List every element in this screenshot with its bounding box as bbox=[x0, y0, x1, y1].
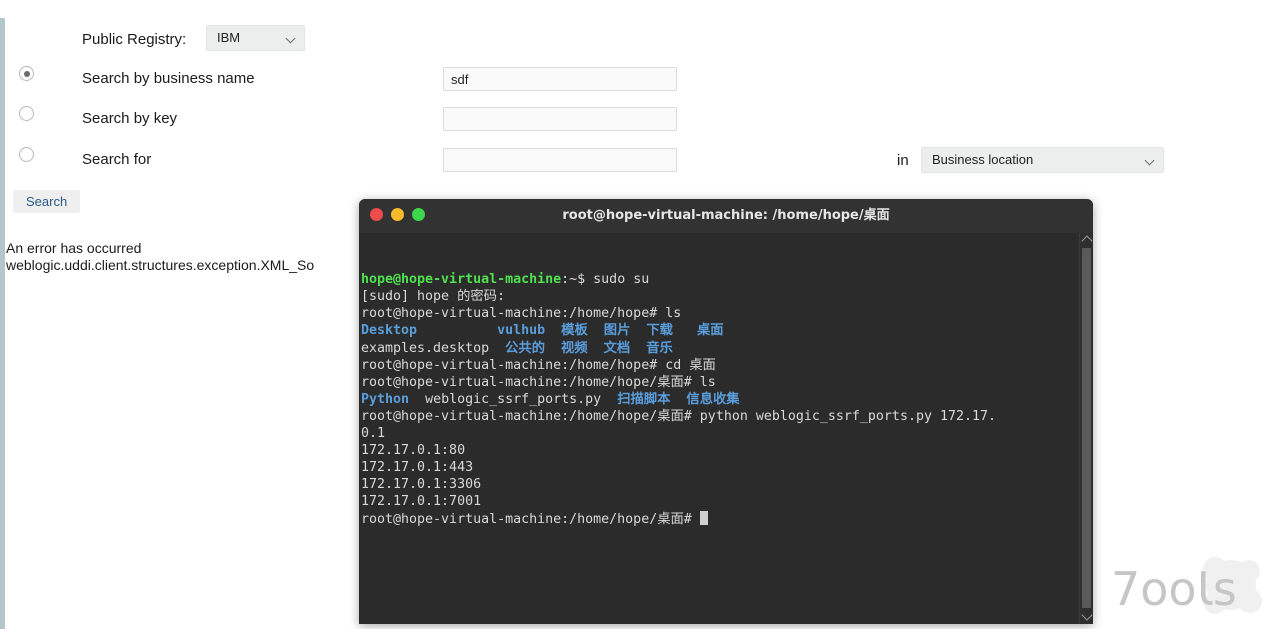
in-label: in bbox=[897, 152, 909, 169]
terminal-line: 172.17.0.1:3306 bbox=[361, 476, 1093, 493]
terminal-text: examples.desktop bbox=[361, 340, 490, 356]
terminal-line: hope@hope-virtual-machine:~$ sudo su bbox=[361, 271, 1093, 288]
terminal-text: 信息收集 bbox=[686, 391, 740, 407]
terminal-text: sudo su bbox=[593, 272, 650, 288]
terminal-line: root@hope-virtual-machine:/home/hope# cd… bbox=[361, 357, 1093, 374]
radio-indicator bbox=[19, 66, 34, 81]
terminal-text: 扫描脚本 bbox=[617, 391, 671, 407]
terminal-text: 0.1 bbox=[361, 426, 386, 442]
search-row-business-name: Search by business name bbox=[0, 66, 1200, 96]
chevron-down-icon bbox=[287, 35, 295, 43]
terminal-text: 图片 bbox=[603, 323, 631, 339]
radio-indicator bbox=[19, 147, 34, 162]
terminal-text: 172.17.0.1:7001 bbox=[361, 494, 482, 510]
terminal-title: root@hope-virtual-machine: /home/hope/桌面 bbox=[562, 208, 890, 223]
terminal-text: 桌面 bbox=[697, 323, 724, 339]
error-detail: weblogic.uddi.client.structures.exceptio… bbox=[6, 257, 315, 273]
radio-search-by-key[interactable] bbox=[19, 106, 35, 122]
radio-indicator bbox=[19, 106, 34, 121]
business-location-value: Business location bbox=[932, 152, 1034, 167]
terminal-line: [sudo] hope 的密码: bbox=[361, 288, 1093, 305]
scroll-up-icon[interactable] bbox=[1081, 235, 1093, 247]
terminal-scrollbar[interactable] bbox=[1079, 233, 1093, 624]
label-search-by-key: Search by key bbox=[82, 110, 178, 127]
terminal-cursor bbox=[699, 510, 708, 525]
terminal-body[interactable]: hope@hope-virtual-machine:~$ sudo su [sud… bbox=[359, 233, 1093, 624]
input-key[interactable] bbox=[443, 107, 677, 131]
terminal-text: root@hope-virtual-machine:/home/hope# ls bbox=[361, 306, 682, 322]
input-business-name[interactable] bbox=[443, 67, 677, 91]
error-title: An error has occurred bbox=[6, 240, 142, 256]
input-search-for[interactable] bbox=[443, 148, 677, 172]
radio-search-for[interactable] bbox=[19, 147, 35, 163]
terminal-line: root@hope-virtual-machine:/home/hope/桌面#… bbox=[361, 408, 1093, 425]
terminal-text: 文档 bbox=[603, 340, 631, 356]
terminal-text: 音乐 bbox=[646, 340, 673, 356]
search-row-key: Search by key bbox=[0, 106, 1200, 136]
terminal-line: 172.17.0.1:7001 bbox=[361, 493, 1093, 510]
terminal-text: root@hope-virtual-machine:/home/hope/桌面#… bbox=[361, 408, 997, 424]
terminal-line: root@hope-virtual-machine:/home/hope/桌面# bbox=[361, 510, 1093, 528]
public-registry-select[interactable]: IBM bbox=[206, 25, 305, 51]
terminal-text: 视频 bbox=[561, 340, 588, 356]
terminal-line: 172.17.0.1:80 bbox=[361, 442, 1093, 459]
terminal-text: 模板 bbox=[561, 323, 588, 339]
label-search-by-business-name: Search by business name bbox=[82, 70, 255, 87]
radio-search-by-business-name[interactable] bbox=[19, 66, 35, 82]
terminal-output: hope@hope-virtual-machine:~$ sudo su [sud… bbox=[361, 271, 1093, 527]
terminal-text: 下载 bbox=[646, 323, 673, 339]
terminal-text: 172.17.0.1:443 bbox=[361, 460, 474, 476]
chevron-down-icon bbox=[1146, 157, 1154, 165]
uddi-search-form: Public Registry: IBM Search by business … bbox=[0, 0, 1200, 230]
terminal-text: [sudo] hope 的密码: bbox=[361, 289, 505, 305]
terminal-text: Desktop bbox=[361, 323, 418, 339]
terminal-line: examples.desktop 公共的 视频 文档 音乐 bbox=[361, 340, 1093, 357]
watermark-logo: 7ooƖs bbox=[1111, 557, 1262, 616]
scroll-down-icon[interactable] bbox=[1081, 609, 1093, 621]
terminal-text: Python bbox=[361, 391, 410, 407]
terminal-text: root@hope-virtual-machine:/home/hope# cd… bbox=[361, 357, 716, 373]
terminal-line: root@hope-virtual-machine:/home/hope# ls bbox=[361, 305, 1093, 322]
terminal-line: 172.17.0.1:443 bbox=[361, 459, 1093, 476]
search-button[interactable]: Search bbox=[13, 190, 81, 213]
terminal-line: Python weblogic_ssrf_ports.py 扫描脚本 信息收集 bbox=[361, 391, 1093, 408]
terminal-text: root@hope-virtual-machine:/home/hope/桌面# bbox=[361, 511, 700, 527]
public-registry-value: IBM bbox=[217, 30, 241, 45]
terminal-line: root@hope-virtual-machine:/home/hope/桌面#… bbox=[361, 374, 1093, 391]
public-registry-label: Public Registry: bbox=[82, 31, 187, 48]
label-search-for: Search for bbox=[82, 151, 152, 168]
terminal-text: weblogic_ssrf_ports.py bbox=[425, 391, 602, 407]
terminal-line: 0.1 bbox=[361, 425, 1093, 442]
terminal-titlebar[interactable]: root@hope-virtual-machine: /home/hope/桌面 bbox=[359, 199, 1093, 233]
terminal-window[interactable]: root@hope-virtual-machine: /home/hope/桌面… bbox=[359, 199, 1093, 624]
business-location-select[interactable]: Business location bbox=[921, 147, 1164, 173]
terminal-text: hope@hope-virtual-machine bbox=[361, 272, 562, 288]
terminal-line: Desktop vulhub 模板 图片 下载 桌面 bbox=[361, 322, 1093, 339]
terminal-text: 172.17.0.1:3306 bbox=[361, 477, 482, 493]
terminal-text: vulhub bbox=[497, 323, 546, 339]
terminal-text: 172.17.0.1:80 bbox=[361, 443, 466, 459]
terminal-text: 公共的 bbox=[505, 340, 545, 356]
error-message: An error has occurred weblogic.uddi.clie… bbox=[6, 240, 314, 274]
svg-text:7ooƖs: 7ooƖs bbox=[1111, 562, 1237, 616]
scrollbar-thumb[interactable] bbox=[1082, 248, 1091, 608]
terminal-text: :~$ bbox=[561, 272, 594, 288]
terminal-text: root@hope-virtual-machine:/home/hope/桌面#… bbox=[361, 374, 716, 390]
